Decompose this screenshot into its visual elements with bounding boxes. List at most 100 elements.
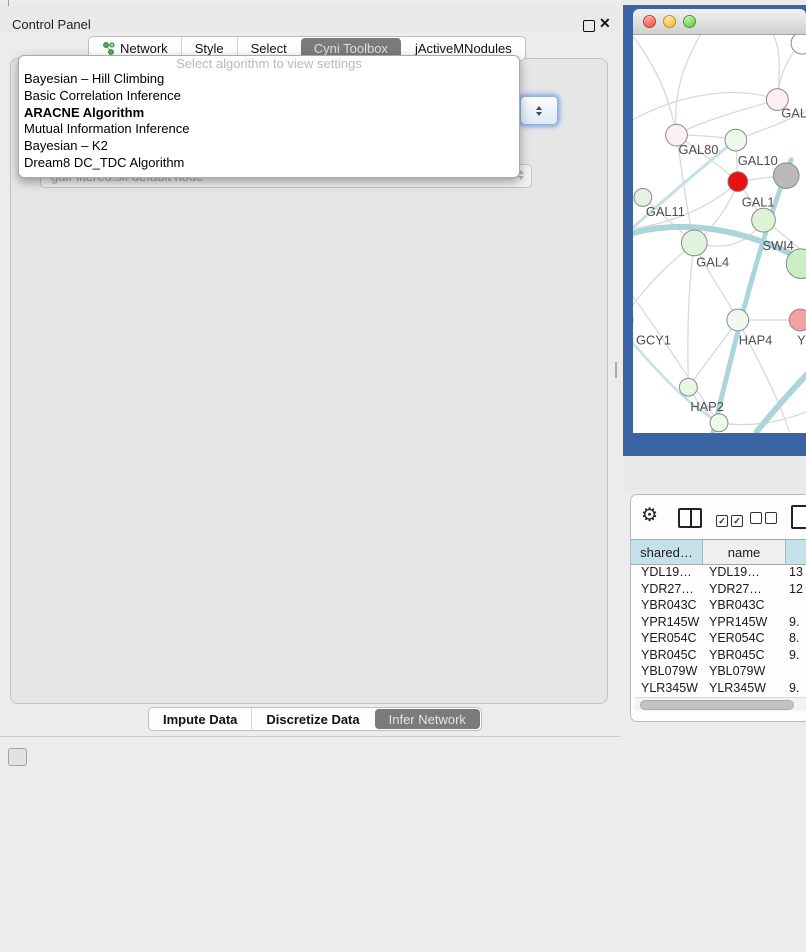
network-node-label: GAL80 [678, 142, 718, 157]
network-node-label: HAP4 [739, 333, 773, 348]
table-cell: YPR145W [702, 614, 785, 631]
network-node-label: GAL1 [742, 194, 775, 209]
table-cell: YBL079W [631, 663, 702, 680]
tab-network-label: Network [120, 41, 168, 56]
tab-infer-network[interactable]: Infer Network [375, 709, 480, 729]
table-cell: 9. [785, 614, 799, 631]
control-panel-title: Control Panel [12, 17, 91, 32]
table-cell: YBR043C [631, 597, 702, 614]
table-row[interactable]: YBR043CYBR043C [631, 597, 806, 614]
network-node[interactable] [752, 208, 776, 232]
table-cell: YDR27… [702, 581, 785, 598]
table-body: YDL19…YDL19…13YDR27…YDR27…12YBR043CYBR04… [631, 564, 806, 706]
network-icon [102, 42, 115, 55]
table-row[interactable]: YBR045CYBR045C9. [631, 647, 806, 664]
table-cell: YDL19… [631, 564, 702, 581]
control-panel-bottom-divider [0, 736, 620, 737]
algorithm-dropdown-popup: Select algorithm to view settings Bayesi… [18, 55, 520, 178]
network-node[interactable] [728, 172, 748, 192]
table-cell: YBL079W [702, 663, 785, 680]
float-window-icon[interactable] [583, 20, 595, 32]
table-cell: YBR045C [631, 647, 702, 664]
table-horizontal-scrollbar[interactable] [635, 697, 806, 711]
gear-icon[interactable]: ⚙ [641, 506, 658, 525]
table-cell: YLR345W [631, 680, 702, 697]
table-cell: YDR27… [631, 581, 702, 598]
collapse-panel-button[interactable] [8, 748, 27, 766]
table-cell [785, 597, 789, 614]
tab-select-label: Select [251, 41, 287, 56]
tab-cyni-toolbox-label: Cyni Toolbox [314, 41, 388, 56]
table-header-row: shared… name [631, 539, 806, 565]
network-node-label: GCY1 [636, 333, 671, 348]
tab-impute-data-label: Impute Data [163, 712, 237, 727]
network-node[interactable] [791, 35, 806, 54]
network-window-titlebar[interactable] [633, 9, 806, 35]
tab-style-label: Style [195, 41, 224, 56]
network-node-label: GAL4 [696, 255, 729, 270]
minimize-traffic-light-icon[interactable] [663, 15, 676, 28]
network-node-label: GAL [781, 105, 806, 120]
tab-discretize-data-label: Discretize Data [266, 712, 359, 727]
tab-infer-network-label: Infer Network [389, 712, 466, 727]
deselect-all-columns-icon[interactable] [750, 511, 780, 529]
column-header-third[interactable] [786, 540, 806, 564]
table-row[interactable]: YPR145WYPR145W9. [631, 614, 806, 631]
algorithm-option[interactable]: Basic Correlation Inference [19, 88, 519, 105]
column-header-name[interactable]: name [703, 540, 786, 564]
new-table-icon[interactable] [791, 505, 806, 529]
network-node[interactable] [725, 129, 747, 151]
table-cell: YBR045C [702, 647, 785, 664]
table-cell: YER054C [631, 630, 702, 647]
control-panel-titlebar: Control Panel ✕ [0, 6, 620, 32]
split-columns-icon[interactable] [678, 508, 702, 528]
algorithm-option[interactable]: Dream8 DC_TDC Algorithm [19, 155, 519, 172]
algorithm-option[interactable]: Mutual Information Inference [19, 121, 519, 138]
network-node-label: Y [797, 333, 806, 348]
close-traffic-light-icon[interactable] [643, 15, 656, 28]
table-cell: 9. [785, 680, 799, 697]
table-cell: 9. [785, 647, 799, 664]
network-node-label: HAP2 [690, 399, 724, 414]
table-cell: 8. [785, 630, 799, 647]
network-node[interactable] [727, 309, 749, 331]
column-header-shared-name[interactable]: shared… [631, 540, 703, 564]
algorithm-option[interactable]: Bayesian – Hill Climbing [19, 71, 519, 88]
table-cell: YBR043C [702, 597, 785, 614]
table-panel: ⚙ ✓✓ shared… name YDL19…YDL19…13YDR27…YD… [630, 494, 806, 722]
tab-discretize-data[interactable]: Discretize Data [251, 708, 373, 730]
table-cell: 12 [785, 581, 803, 598]
table-cell: YDL19… [702, 564, 785, 581]
algorithm-combo-button[interactable] [520, 96, 558, 125]
table-row[interactable]: YDL19…YDL19…13 [631, 564, 806, 581]
network-node[interactable] [710, 414, 728, 432]
table-row[interactable]: YLR345WYLR345W9. [631, 680, 806, 697]
table-cell: YER054C [702, 630, 785, 647]
table-panel-header: Table Panel [623, 456, 806, 490]
algorithm-popup-hint: Select algorithm to view settings [19, 56, 519, 71]
tab-impute-data[interactable]: Impute Data [149, 708, 251, 730]
network-node-label: GAL10 [738, 153, 778, 168]
network-node[interactable] [773, 163, 799, 189]
table-row[interactable]: YER054CYER054C8. [631, 630, 806, 647]
table-horizontal-scrollbar-thumb[interactable] [640, 700, 794, 710]
algorithm-option[interactable]: ARACNE Algorithm [19, 105, 519, 122]
table-cell: YLR345W [702, 680, 785, 697]
network-canvas[interactable]: GAL GAL80 GAL10 GAL1 GAL11 GAL4 SWI4 GCY1 HAP4 Y H… [633, 35, 806, 433]
select-all-columns-icon[interactable]: ✓✓ [716, 511, 746, 529]
network-node[interactable] [789, 309, 806, 331]
algorithm-option[interactable]: Bayesian – K2 [19, 138, 519, 155]
network-node-label: GAL11 [646, 204, 685, 219]
network-node[interactable] [679, 378, 697, 396]
table-cell: YPR145W [631, 614, 702, 631]
network-graph: GAL GAL80 GAL10 GAL1 GAL11 GAL4 SWI4 GCY1 HAP4 Y H… [633, 35, 806, 433]
table-row[interactable]: YBL079WYBL079W [631, 663, 806, 680]
zoom-traffic-light-icon[interactable] [683, 15, 696, 28]
network-node[interactable] [681, 230, 707, 256]
network-node-label: SWI4 [763, 238, 794, 253]
cyni-bottom-tabbar: Impute Data Discretize Data Infer Networ… [148, 707, 482, 731]
table-cell [785, 663, 789, 680]
close-icon[interactable]: ✕ [599, 15, 611, 32]
algorithm-popup-list: Bayesian – Hill ClimbingBasic Correlatio… [19, 71, 519, 172]
table-row[interactable]: YDR27…YDR27…12 [631, 581, 806, 598]
